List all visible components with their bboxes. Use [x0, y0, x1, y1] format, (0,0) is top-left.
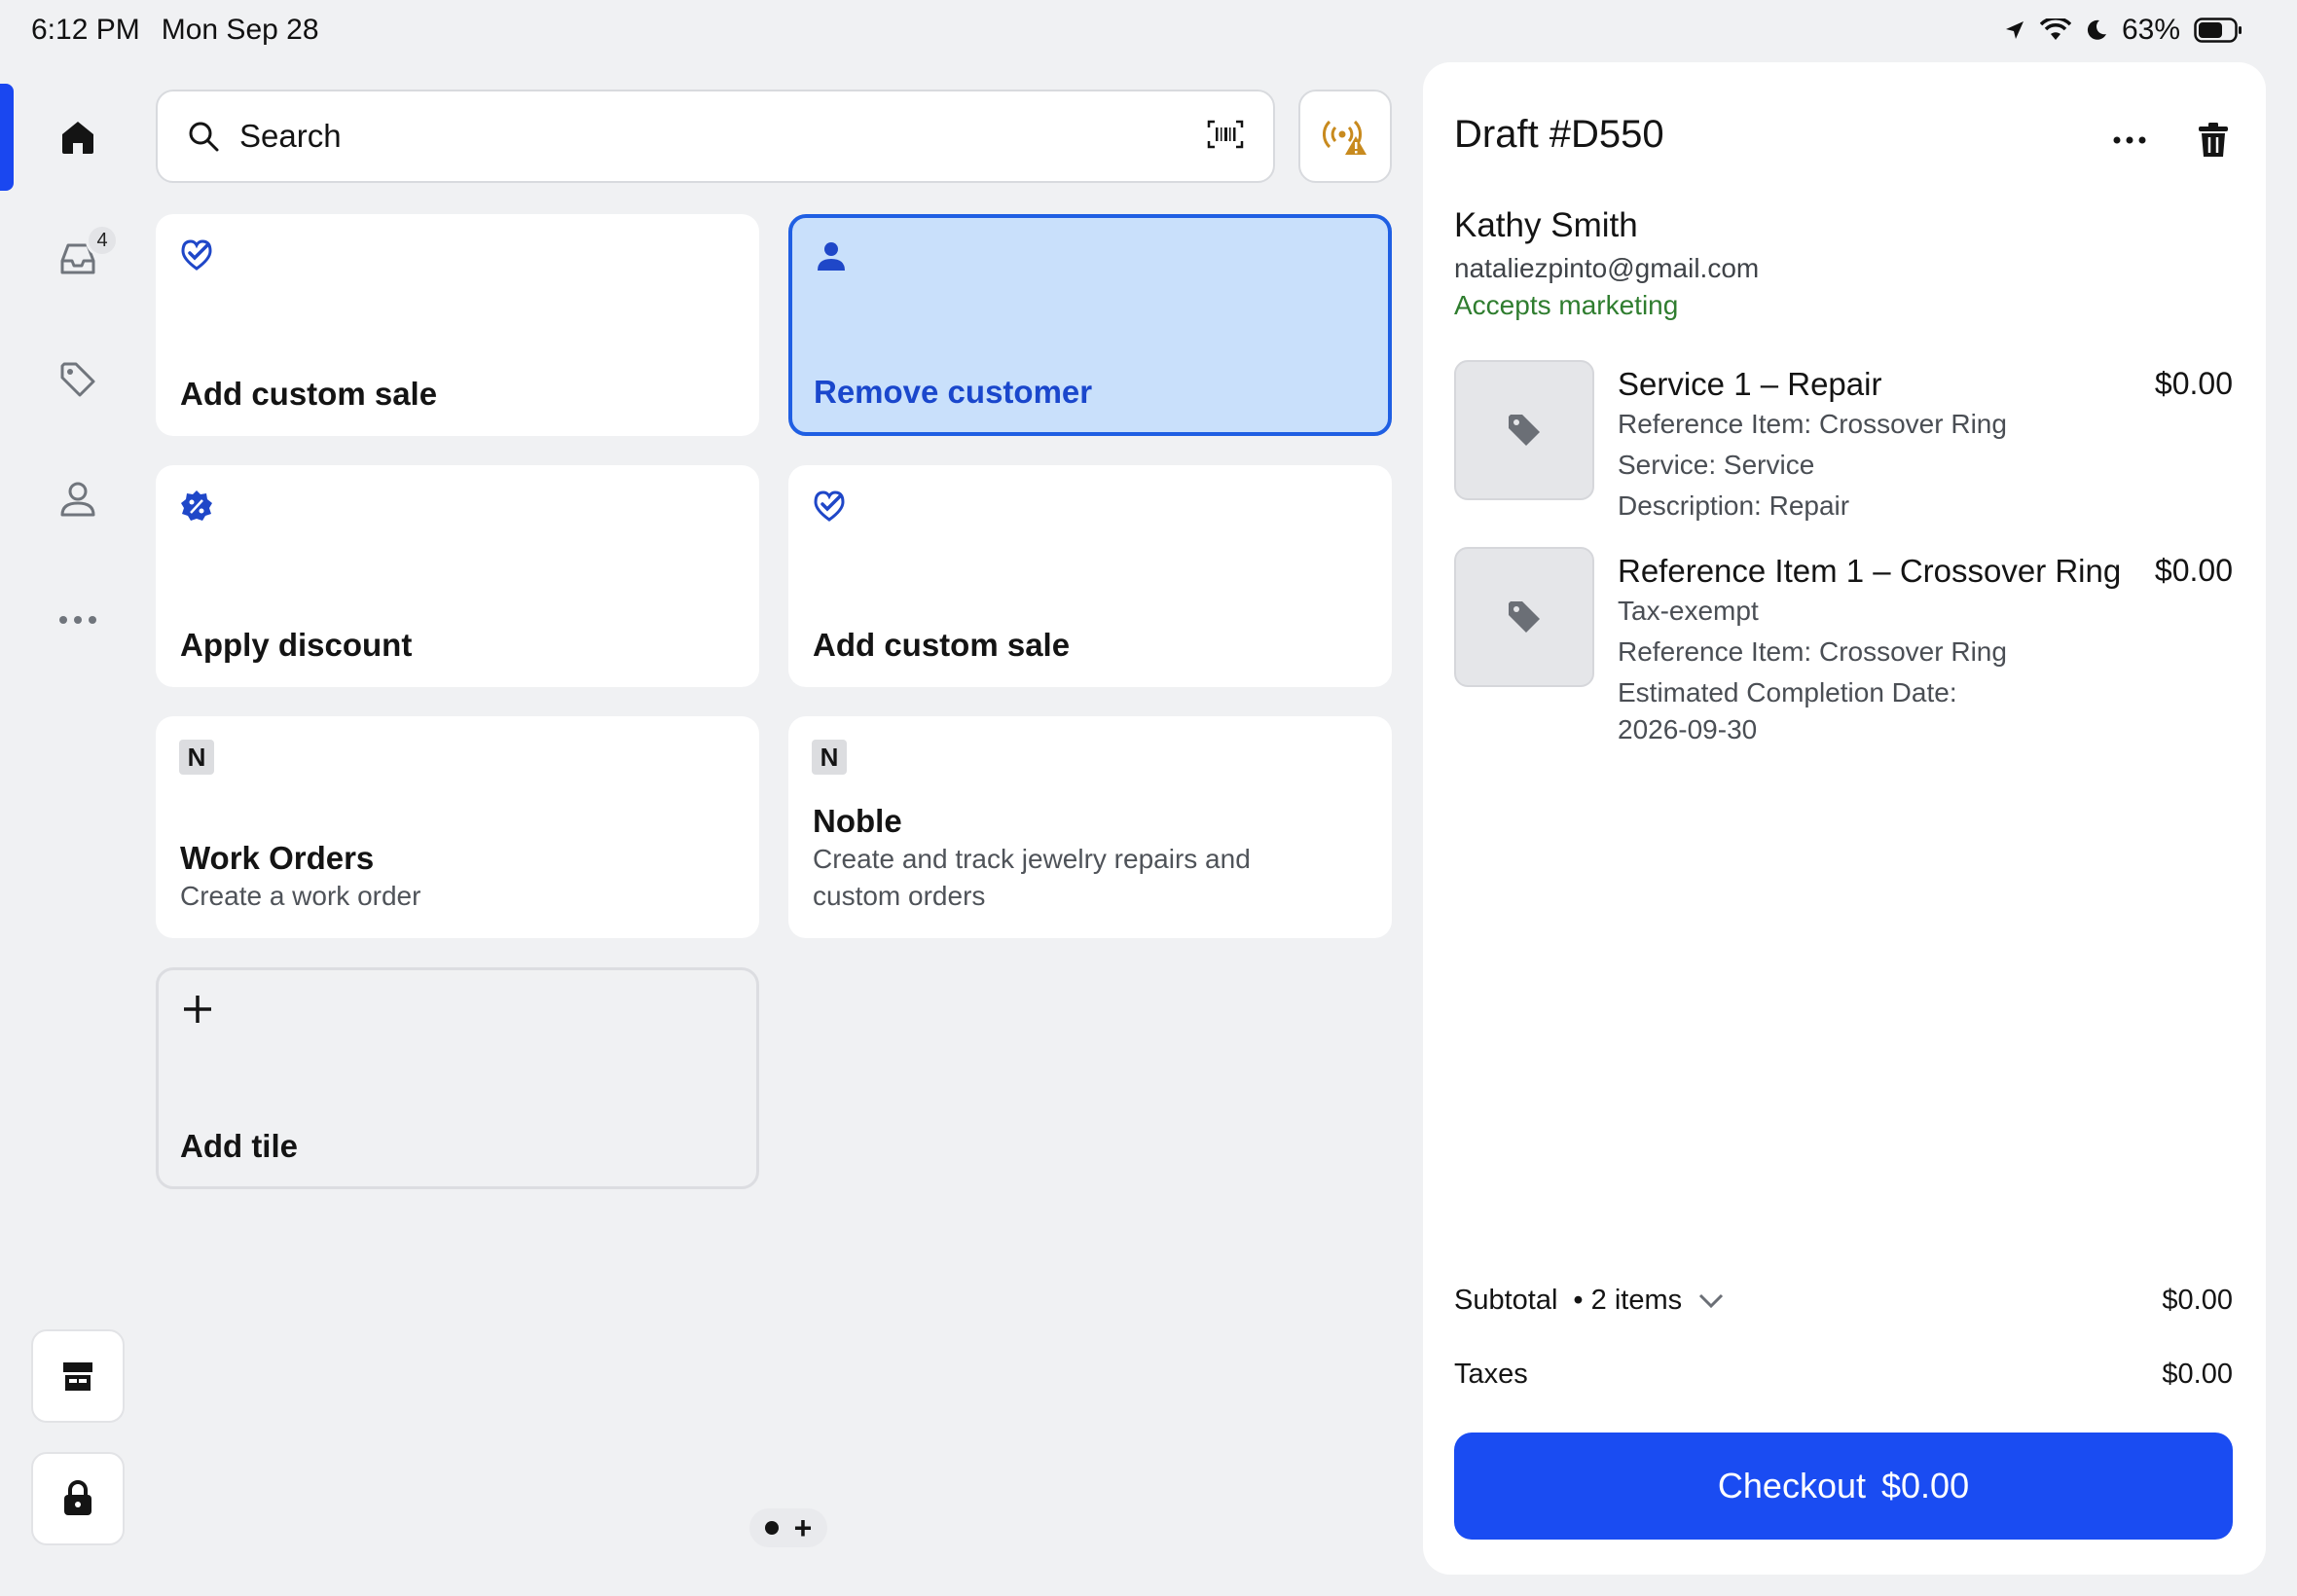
- discount-icon: [179, 489, 214, 528]
- tile-title: Noble: [813, 803, 902, 839]
- tile-apply-discount[interactable]: Apply discount: [156, 465, 759, 687]
- page-indicator: +: [749, 1508, 827, 1547]
- search-input[interactable]: Search: [239, 118, 1207, 155]
- more-icon: [59, 616, 96, 624]
- nav-inbox[interactable]: 4: [49, 224, 119, 288]
- item-price: $0.00: [2154, 366, 2233, 401]
- person-icon: [814, 239, 849, 279]
- subtotal-count: • 2 items: [1573, 1285, 1683, 1316]
- nav-active-indicator: [0, 84, 14, 191]
- more-options-button[interactable]: [2100, 111, 2159, 169]
- status-time: 6:12 PM: [31, 14, 140, 46]
- tile-subtitle: Create and track jewelry repairs and cus…: [813, 844, 1251, 911]
- item-name: Service 1 – Repair: [1618, 366, 1882, 402]
- nav-products[interactable]: [49, 350, 107, 409]
- checkout-label: Checkout: [1717, 1466, 1866, 1505]
- item-thumbnail: [1454, 547, 1594, 687]
- barcode-icon: [1207, 120, 1244, 148]
- side-nav: 4: [0, 78, 156, 1596]
- moon-icon: [2085, 18, 2108, 42]
- item-detail: Estimated Completion Date:: [1618, 677, 1957, 707]
- tile-title: Add tile: [180, 1128, 298, 1164]
- battery-icon: [2194, 18, 2242, 43]
- tile-noble[interactable]: N Noble Create and track jewelry repairs…: [788, 716, 1392, 938]
- tile-add-custom-sale[interactable]: Add custom sale: [156, 214, 759, 436]
- lock-icon: [64, 1480, 91, 1515]
- subtotal-row[interactable]: Subtotal • 2 items $0.00: [1454, 1285, 2233, 1317]
- tile-remove-customer[interactable]: Remove customer: [788, 214, 1392, 436]
- tag-icon: [60, 362, 95, 397]
- customer-name[interactable]: Kathy Smith: [1454, 206, 1638, 245]
- noble-app-icon: N: [812, 740, 847, 775]
- tile-add-tile[interactable]: Add tile: [156, 967, 759, 1189]
- search-icon: [189, 122, 219, 152]
- plus-icon: [180, 992, 215, 1032]
- page-dot-active[interactable]: [764, 1521, 779, 1535]
- checkout-amount: $0.00: [1881, 1466, 1970, 1505]
- item-detail: Description: Repair: [1618, 490, 1850, 521]
- subtotal-label: Subtotal: [1454, 1285, 1558, 1316]
- person-icon: [60, 482, 95, 517]
- lock-button[interactable]: [31, 1452, 125, 1545]
- item-detail: Reference Item: Crossover Ring: [1618, 409, 2007, 439]
- tile-subtitle: Create a work order: [180, 881, 421, 911]
- card-reader-warning-icon: [1323, 120, 1367, 155]
- tile-title: Work Orders: [180, 840, 375, 876]
- tile-title: Add custom sale: [813, 627, 1071, 663]
- cart-panel: Draft #D550 Kathy Smith nataliezpinto@gm…: [1423, 62, 2266, 1575]
- taxes-row: Taxes $0.00: [1454, 1359, 2233, 1391]
- battery-percent: 63%: [2121, 14, 2180, 46]
- wifi-icon: [2039, 18, 2071, 42]
- subtotal-amount: $0.00: [2162, 1285, 2233, 1316]
- store-button[interactable]: [31, 1329, 125, 1423]
- item-price: $0.00: [2154, 553, 2233, 588]
- add-page-button[interactable]: +: [794, 1512, 813, 1543]
- item-detail: Tax-exempt: [1618, 596, 1759, 626]
- search-bar[interactable]: Search: [156, 90, 1275, 183]
- tile-title: Add custom sale: [180, 376, 438, 412]
- tag-icon: [1509, 601, 1540, 633]
- inbox-badge: 4: [86, 224, 119, 257]
- chevron-down-icon: [1699, 1293, 1724, 1308]
- line-item[interactable]: Reference Item 1 – Crossover Ring $0.00 …: [1454, 547, 2233, 780]
- more-icon: [2113, 136, 2146, 144]
- location-icon: [2003, 18, 2026, 42]
- tag-icon: [1509, 415, 1540, 446]
- customer-email: nataliezpinto@gmail.com: [1454, 253, 1760, 283]
- taxes-amount: $0.00: [2162, 1359, 2233, 1390]
- tile-add-custom-sale-2[interactable]: Add custom sale: [788, 465, 1392, 687]
- store-icon: [63, 1362, 92, 1391]
- item-detail: Reference Item: Crossover Ring: [1618, 636, 2007, 667]
- noble-app-icon: N: [179, 740, 214, 775]
- item-name: Reference Item 1 – Crossover Ring: [1618, 553, 2122, 589]
- tile-work-orders[interactable]: N Work Orders Create a work order: [156, 716, 759, 938]
- home-icon: [62, 122, 93, 154]
- item-thumbnail: [1454, 360, 1594, 500]
- barcode-scan-button[interactable]: [1207, 120, 1244, 154]
- line-item[interactable]: Service 1 – Repair $0.00 Reference Item:…: [1454, 360, 2233, 521]
- nav-customers[interactable]: [49, 470, 107, 528]
- draft-title: Draft #D550: [1454, 113, 1664, 156]
- tile-title: Apply discount: [180, 627, 413, 663]
- card-reader-button[interactable]: [1298, 90, 1392, 183]
- item-detail: 2026-09-30: [1618, 714, 1758, 744]
- custom-sale-icon: [812, 489, 847, 528]
- taxes-label: Taxes: [1454, 1359, 1528, 1390]
- nav-home[interactable]: [49, 108, 107, 166]
- delete-draft-button[interactable]: [2184, 111, 2242, 169]
- nav-more[interactable]: [49, 591, 107, 649]
- checkout-button[interactable]: Checkout $0.00: [1454, 1433, 2233, 1540]
- status-date: Mon Sep 28: [161, 14, 319, 46]
- custom-sale-icon: [179, 237, 214, 277]
- item-detail: Service: Service: [1618, 450, 1815, 480]
- tile-title: Remove customer: [814, 374, 1093, 410]
- trash-icon: [2199, 123, 2228, 157]
- marketing-status: Accepts marketing: [1454, 290, 1679, 320]
- status-bar: 6:12 PM Mon Sep 28 63%: [0, 0, 2297, 60]
